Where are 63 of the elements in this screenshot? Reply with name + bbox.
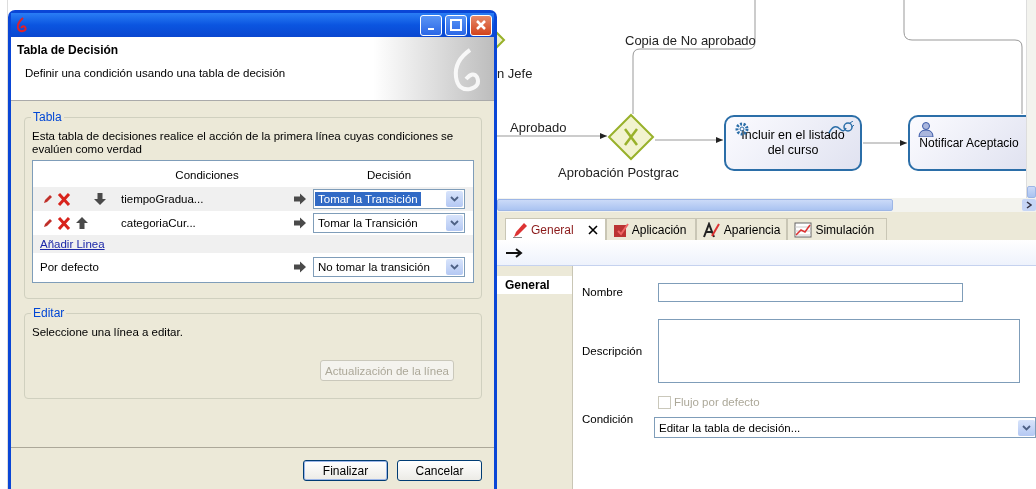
right-arrow-icon [293, 193, 307, 205]
close-icon[interactable] [586, 223, 599, 236]
finish-button[interactable]: Finalizar [303, 460, 388, 481]
condition-select[interactable]: Editar la tabla de decisión... [654, 417, 1036, 438]
pencil-icon [512, 221, 528, 238]
properties-tab[interactable]: Simulación [787, 218, 888, 240]
right-arrow-icon [293, 260, 307, 273]
gateway-label: Aprobación Postgrac [558, 165, 679, 180]
dialog-subtitle: Definir una condición usando una tabla de decisión [24, 67, 286, 79]
flow-label: Aprobado [510, 120, 567, 135]
group-label: Tabla [31, 110, 64, 124]
edit-hint: Seleccione una línea a editar. [32, 326, 184, 338]
gateway-label: n Jefe [497, 66, 533, 81]
down-arrow-icon[interactable] [93, 192, 107, 206]
connector-line [862, 140, 908, 146]
field-label: Condición [582, 413, 635, 425]
right-arrow-icon [293, 217, 307, 229]
description-input[interactable] [658, 319, 1020, 383]
service-task[interactable]: Incluir en el listado del curso [724, 115, 862, 171]
column-header: Condiciones [174, 169, 240, 181]
pencil-icon[interactable] [43, 218, 53, 228]
chart-icon [794, 221, 813, 238]
close-icon [475, 19, 487, 31]
delete-icon[interactable] [57, 192, 71, 206]
horizontal-scrollbar[interactable] [497, 198, 1036, 212]
cancel-button[interactable]: Cancelar [397, 460, 482, 481]
properties-tab[interactable]: Apariencia [695, 218, 788, 240]
decision-select[interactable]: Tomar la Transición [313, 189, 465, 209]
maximize-icon [450, 19, 462, 31]
scroll-right-icon[interactable] [1026, 201, 1032, 209]
name-input[interactable] [658, 282, 963, 302]
close-button[interactable] [470, 14, 492, 36]
font-icon [702, 221, 721, 238]
document-icon [612, 221, 629, 238]
person-icon [918, 121, 934, 137]
condition-cell-text: tiempoGradua... [121, 193, 205, 205]
decision-select[interactable]: Tomar la Transición [313, 213, 465, 233]
connector-line [654, 137, 724, 143]
group-label: Editar [31, 306, 67, 320]
field-label: Nombre [582, 286, 624, 298]
table-description: Esta tabla de decisiones realice el acción de la primera línea cuyas condiciones se evalúen como verdad [32, 130, 455, 156]
default-label: Por defecto [39, 260, 100, 273]
delete-icon[interactable] [57, 216, 71, 230]
app-logo-icon [15, 17, 29, 33]
condition-cell-text: categoriaCur... [121, 217, 197, 229]
pencil-icon[interactable] [43, 194, 53, 204]
properties-tab[interactable]: Aplicación [605, 218, 696, 240]
flow-label: Copia de No aprobado [625, 33, 756, 48]
decision-row[interactable]: tiempoGradua... Tomar la Transición [33, 187, 473, 211]
right-arrow-icon[interactable] [505, 247, 523, 258]
decision-select[interactable]: No tomar la transición [313, 256, 465, 277]
minimize-icon [428, 28, 434, 30]
up-arrow-icon[interactable] [75, 216, 89, 230]
section-tab[interactable]: General [497, 276, 572, 294]
field-label: Descripción [582, 345, 644, 357]
user-task[interactable]: Notificar Aceptacio [908, 115, 1026, 171]
column-header: Decisión [365, 169, 413, 181]
add-line-link[interactable]: Añadir Linea [40, 238, 105, 250]
properties-tab[interactable]: General [505, 218, 606, 240]
maximize-button[interactable] [445, 14, 467, 36]
dialog-title: Tabla de Decisión [17, 43, 120, 57]
vertical-scrollbar[interactable] [1026, 0, 1036, 198]
minimize-button[interactable] [420, 14, 442, 36]
